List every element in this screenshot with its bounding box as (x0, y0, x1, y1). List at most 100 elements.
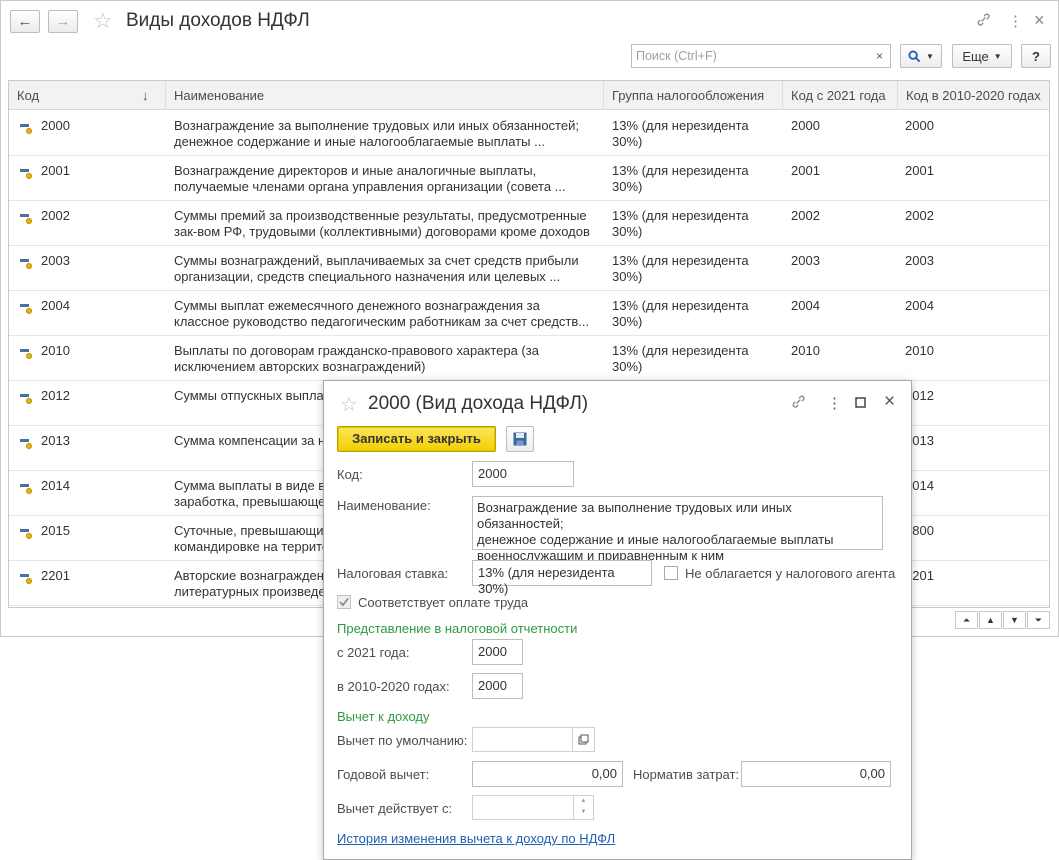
more-vertical-icon[interactable]: ⋮ (1008, 12, 1023, 30)
income-type-icon (20, 484, 33, 494)
cell-code-2021: 2010 (791, 343, 820, 358)
cell-code: 2014 (41, 478, 70, 493)
years-2010-2020-field[interactable]: 2000 (472, 673, 523, 699)
column-header-group[interactable]: Группа налогообложения (603, 81, 782, 110)
back-button[interactable]: ← (10, 10, 40, 33)
close-icon[interactable]: × (1034, 10, 1045, 31)
link-icon[interactable] (976, 12, 991, 31)
table-row[interactable]: 2004 Суммы выплат ежемесячного денежного … (9, 291, 1049, 336)
cell-name-line: Выплаты по договорам гражданско-правовог… (174, 343, 539, 358)
open-deduction-button[interactable] (573, 727, 595, 752)
save-disk-icon (513, 432, 527, 446)
since-2021-label: с 2021 года: (337, 645, 410, 660)
deduction-since-field[interactable] (472, 795, 574, 820)
table-row[interactable]: 2003 Суммы вознаграждений, выплачиваемых … (9, 246, 1049, 291)
sort-down-icon: ↓ (142, 88, 149, 103)
table-header: Код ↓ Наименование Группа налогообложени… (9, 81, 1049, 110)
cell-group-line: 30%) (612, 224, 643, 239)
forward-button[interactable]: → (48, 10, 78, 33)
tax-rate-field[interactable]: 13% (для нерезидента 30%) (472, 560, 652, 596)
checkmark-icon (339, 597, 349, 607)
scroll-top-button[interactable]: ⏶ (955, 611, 978, 629)
labor-payment-checkbox[interactable] (337, 595, 351, 609)
favorite-star-icon[interactable]: ☆ (340, 394, 358, 416)
cell-group-line: 13% (для нерезидента (612, 163, 749, 178)
scroll-bottom-button[interactable]: ⏷ (1027, 611, 1050, 629)
cell-code-2010: 2003 (905, 253, 934, 268)
date-stepper[interactable]: ▲ ▼ (574, 795, 594, 820)
page-title: Виды доходов НДФЛ (126, 10, 310, 31)
income-type-icon (20, 574, 33, 584)
not-taxed-label: Не облагается у налогового агента (685, 566, 896, 581)
labor-payment-label: Соответствует оплате труда (358, 595, 529, 610)
cell-name-line: Суммы премий за производственные результ… (174, 208, 587, 223)
code-field[interactable]: 2000 (472, 461, 574, 487)
clear-search-icon[interactable]: × (869, 44, 891, 68)
more-button-label: Еще (962, 48, 989, 64)
cell-code: 2001 (41, 163, 70, 178)
scroll-up-button[interactable]: ▲ (979, 611, 1002, 629)
maximize-icon[interactable] (855, 395, 866, 412)
income-type-icon (20, 439, 33, 449)
cell-group-line: 13% (для нерезидента (612, 253, 749, 268)
cell-code-2021: 2001 (791, 163, 820, 178)
cell-group: 13% (для нерезидента 30%) (612, 208, 777, 240)
scroll-down-button[interactable]: ▼ (1003, 611, 1026, 629)
income-type-icon (20, 214, 33, 224)
cell-code-2021: 2002 (791, 208, 820, 223)
cell-code: 2013 (41, 433, 70, 448)
since-2021-field[interactable]: 2000 (472, 639, 523, 665)
default-deduction-label: Вычет по умолчанию: (337, 733, 468, 748)
cell-name-line: организации, средств специального назнач… (174, 269, 561, 284)
income-type-icon (20, 394, 33, 404)
save-button[interactable] (506, 426, 534, 452)
stepper-up-icon[interactable]: ▲ (574, 796, 593, 807)
search-input[interactable]: Поиск (Ctrl+F) (631, 44, 870, 68)
column-header-name[interactable]: Наименование (165, 81, 603, 110)
cell-group: 13% (для нерезидента 30%) (612, 118, 777, 150)
column-code-label: Код (17, 88, 40, 103)
search-button[interactable]: ▼ (900, 44, 942, 68)
close-icon[interactable]: × (884, 391, 895, 413)
cell-code: 2004 (41, 298, 70, 313)
cell-name-line: классное руководство педагогическим рабо… (174, 314, 590, 329)
more-vertical-icon[interactable]: ⋮ (827, 394, 842, 412)
favorite-star-icon[interactable]: ☆ (93, 10, 113, 32)
cell-code-2010: 2004 (905, 298, 934, 313)
years-2010-2020-label: в 2010-2020 годах: (337, 679, 450, 694)
more-button[interactable]: Еще ▼ (952, 44, 1012, 68)
cell-name: Вознаграждение директоров и иные аналоги… (174, 163, 599, 195)
table-row[interactable]: 2010 Выплаты по договорам гражданско-прав… (9, 336, 1049, 381)
help-button[interactable]: ? (1021, 44, 1051, 68)
column-header-code-2021[interactable]: Код с 2021 года (782, 81, 897, 110)
forward-arrow-icon: → (55, 13, 71, 30)
cost-norm-field[interactable]: 0,00 (741, 761, 891, 787)
cell-code: 2201 (41, 568, 70, 583)
save-and-close-button[interactable]: Записать и закрыть (337, 426, 496, 452)
column-header-code[interactable]: Код ↓ (9, 81, 165, 110)
search-icon (908, 49, 921, 62)
cell-group-line: 13% (для нерезидента (612, 208, 749, 223)
annual-deduction-field[interactable]: 0,00 (472, 761, 623, 787)
cell-name: Выплаты по договорам гражданско-правовог… (174, 343, 599, 375)
cell-name: Вознаграждение за выполнение трудовых ил… (174, 118, 599, 150)
name-label: Наименование: (337, 498, 431, 513)
link-icon[interactable] (791, 394, 806, 413)
table-row[interactable]: 2002 Суммы премий за производственные рез… (9, 201, 1049, 246)
cell-name-line: Вознаграждение директоров и иные аналоги… (174, 163, 537, 178)
table-row[interactable]: 2000 Вознаграждение за выполнение трудовы… (9, 111, 1049, 156)
cell-group-line: 30%) (612, 359, 643, 374)
column-header-code-2010[interactable]: Код в 2010-2020 годах (897, 81, 1049, 110)
cell-code: 2002 (41, 208, 70, 223)
cell-name-line: зак-вом РФ, трудовыми (коллективными) до… (174, 224, 590, 239)
not-taxed-checkbox[interactable] (664, 566, 678, 580)
name-field[interactable]: Вознаграждение за выполнение трудовых ил… (472, 496, 883, 563)
stepper-down-icon[interactable]: ▼ (574, 807, 593, 818)
code-label: Код: (337, 467, 363, 482)
deduction-history-link[interactable]: История изменения вычета к доходу по НДФ… (337, 831, 615, 846)
cell-name-line: исключением авторских вознаграждений) (174, 359, 426, 374)
cell-code-2010: 2010 (905, 343, 934, 358)
table-row[interactable]: 2001 Вознаграждение директоров и иные ана… (9, 156, 1049, 201)
cell-group: 13% (для нерезидента 30%) (612, 343, 777, 375)
default-deduction-field[interactable] (472, 727, 573, 752)
